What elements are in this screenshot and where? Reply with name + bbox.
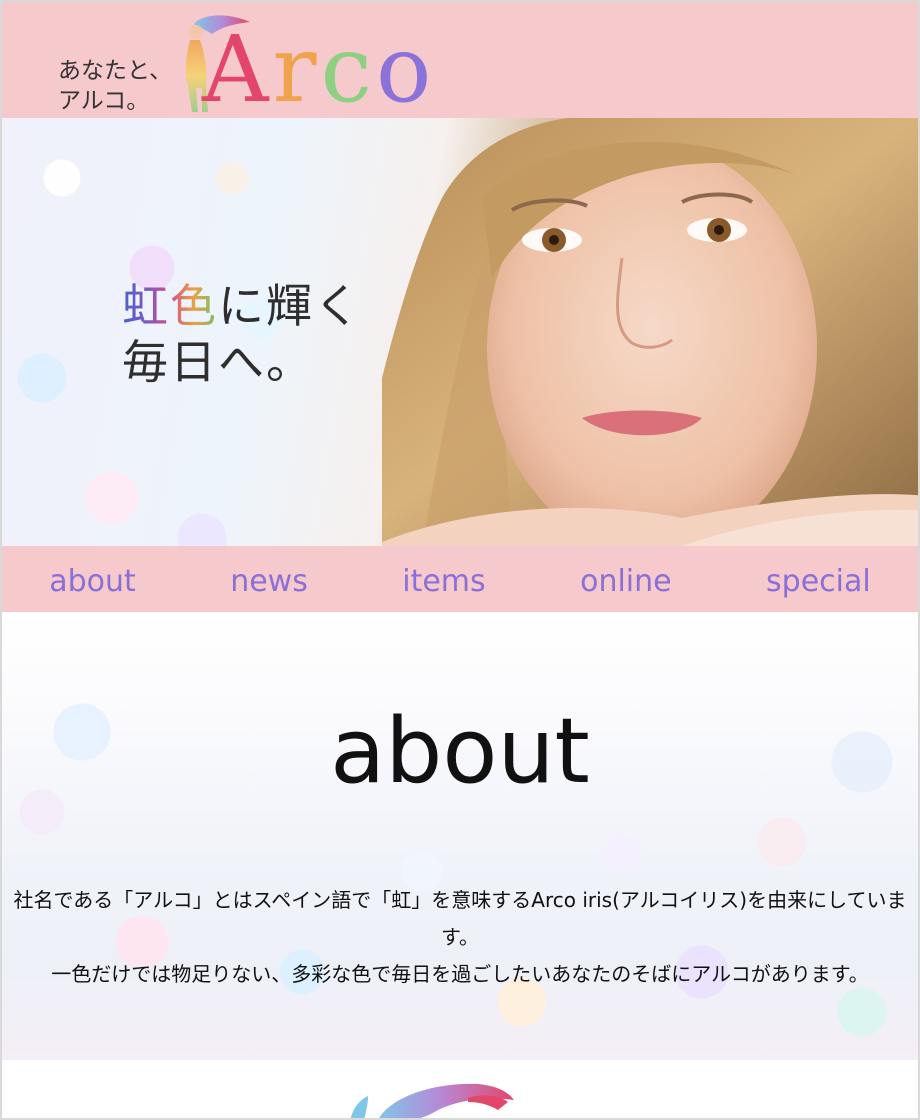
brand-tagline: あなたと、 アルコ。: [58, 56, 188, 116]
site-header: あなたと、 アルコ。 A r c o: [2, 2, 918, 118]
hero-line-1: 虹色に輝く: [122, 278, 362, 334]
main-navigation: about news items online special: [2, 546, 918, 612]
logo-letter-c: c: [320, 16, 376, 123]
logo-letter-a: A: [202, 16, 273, 123]
arco-logo[interactable]: A r c o: [202, 16, 435, 116]
about-section: about 社名である「アルコ」とはスペイン語で「虹」を意味するArco iri…: [2, 612, 918, 1060]
logo-letter-r: r: [272, 16, 321, 123]
logo-letter-o: o: [375, 16, 436, 123]
nav-item-news[interactable]: news: [230, 562, 308, 602]
hero-line-2: 毎日へ。: [122, 335, 314, 389]
tagline-line-1: あなたと、: [58, 58, 173, 84]
hero-line-1-rest: に輝く: [218, 279, 362, 333]
hero-catchphrase: 虹色に輝く 毎日へ。: [122, 278, 362, 390]
hero-rainbow-word: 虹色: [122, 279, 218, 333]
hero-banner: 虹色に輝く 毎日へ。: [2, 118, 918, 546]
nav-item-items[interactable]: items: [402, 562, 485, 602]
nav-item-special[interactable]: special: [766, 562, 871, 602]
tagline-line-2: アルコ。: [58, 88, 150, 114]
hero-portrait-image: [382, 118, 918, 546]
nav-item-about[interactable]: about: [49, 562, 136, 602]
footer-strip: [2, 1060, 918, 1118]
about-description: 社名である「アルコ」とはスペイン語で「虹」を意味するArco iris(アルコイ…: [8, 882, 912, 993]
footer-logo-icon: [350, 1083, 514, 1118]
page-frame: あなたと、 アルコ。 A r c o 虹色に輝く 毎日へ。 about news…: [0, 0, 920, 1120]
about-paragraph-1: 社名である「アルコ」とはスペイン語で「虹」を意味するArco iris(アルコイ…: [13, 888, 907, 949]
about-paragraph-2: 一色だけでは物足りない、多彩な色で毎日を過ごしたいあなたのそばにアルコがあります…: [51, 962, 869, 986]
nav-item-online[interactable]: online: [580, 562, 672, 602]
about-heading: about: [330, 699, 590, 804]
